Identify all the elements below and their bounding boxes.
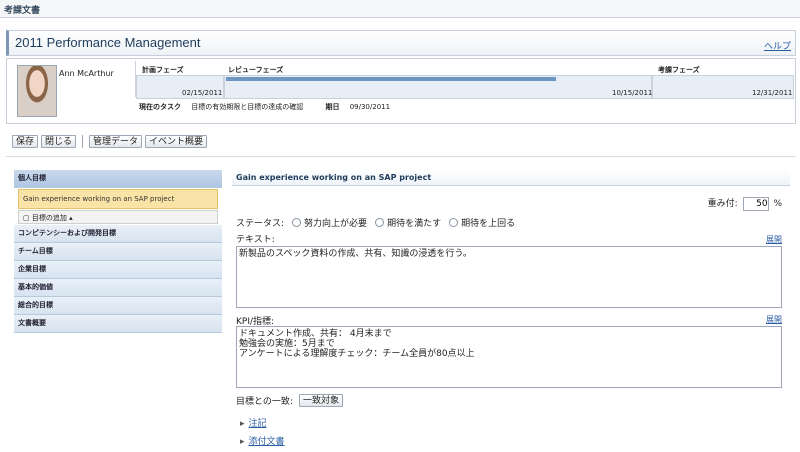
sidebar-goal-selected[interactable]: Gain experience working on an SAP projec… [18,189,218,209]
add-goal-icon: ▢ [23,214,32,222]
alignment-row: 目標との一致: 一致対象 [236,394,343,407]
due-date-value: 09/30/2011 [349,103,391,111]
expand-triangle-icon: ▸ [240,437,245,447]
phase-review-label: レビューフェーズ [228,66,284,74]
phase-appraisal-label: 考課フェーズ [658,66,700,74]
notes-link[interactable]: ▸ 注記 [240,416,267,429]
status-option-label: 期待を上回る [461,219,516,229]
sidebar-item-document-summary[interactable]: 文書概要 [14,315,222,333]
kpi-expand-link[interactable]: 展開 [766,314,782,325]
weight-field: 重み付: % [708,196,782,211]
attachments-link[interactable]: ▸ 添付文書 [240,434,285,447]
weight-input[interactable] [742,197,769,211]
phase-timeline: 計画フェーズ レビューフェーズ 考課フェーズ 02/15/2011 10/15/… [135,61,795,99]
page-header: 2011 Performance Management ヘルプ [6,30,796,56]
text-textarea[interactable]: 新製品のスペック資料の作成、共有、知識の浸透を行う。 [236,246,782,308]
employee-name: Ann McArthur [59,69,114,78]
toolbar-separator [82,134,84,148]
weight-unit: % [773,199,782,209]
alignment-button[interactable]: 一致対象 [298,394,343,407]
sidebar-item-corporate-goals[interactable]: 企業目標 [14,261,222,279]
page-title: 2011 Performance Management [15,35,201,50]
sidebar-item-team-goals[interactable]: チーム目標 [14,243,222,261]
phase-plan-label: 計画フェーズ [142,66,184,74]
sidebar-item-core-values[interactable]: 基本的価値 [14,279,222,297]
add-goal-label: 目標の追加 [31,214,67,222]
goal-heading: Gain experience working on an SAP projec… [232,170,790,186]
current-task-label: 現在のタスク [139,103,181,111]
help-link[interactable]: ヘルプ [764,39,791,52]
text-expand-link[interactable]: 展開 [766,234,782,245]
avatar [17,65,57,117]
sidebar: 個人目標 Gain experience working on an SAP p… [14,170,222,452]
phase-review-date: 10/15/2011 [612,89,653,97]
divider [6,156,796,157]
status-row: ステータス: 努力向上が必要 期待を満たす 期待を上回る [236,216,515,229]
event-summary-button[interactable]: イベント概要 [145,134,208,148]
current-task-value: 目標の有効期限と目標の達成の確認 [191,103,304,111]
window-title: 考課文書 [4,6,41,16]
phase-progress-fill [226,77,556,81]
add-goal-button[interactable]: ▢ 目標の追加 ▴ [18,210,218,224]
phase-appraisal-date: 12/31/2011 [752,89,793,97]
dropdown-arrow-icon: ▴ [69,214,73,222]
status-option-label: 努力向上が必要 [304,219,368,229]
save-button[interactable]: 保存 [12,134,39,148]
status-label: ステータス: [236,219,285,229]
kpi-textarea[interactable]: ドキュメント作成、共有： 4月末まで 勉強会の実施：5月まで アンケートによる理… [236,326,782,388]
sidebar-item-personal-goals[interactable]: 個人目標 [14,170,222,188]
status-option-label: 期待を満たす [387,219,442,229]
alignment-label: 目標との一致: [236,397,293,407]
toolbar: 保存 閉じる 管理データ イベント概要 [12,134,208,148]
admin-data-button[interactable]: 管理データ [89,134,143,148]
top-bar: 考課文書 [0,0,800,18]
status-radio-meets[interactable] [375,218,385,227]
weight-label: 重み付: [707,199,738,209]
close-button[interactable]: 閉じる [41,134,77,148]
sidebar-item-overall-goals[interactable]: 総合的目標 [14,297,222,315]
current-task: 現在のタスク 目標の有効期限と目標の達成の確認 期日 09/30/2011 [139,102,390,112]
employee-info-panel: Ann McArthur 計画フェーズ レビューフェーズ 考課フェーズ 02/1… [6,58,796,124]
goal-detail-panel: Gain experience working on an SAP projec… [232,170,790,452]
text-label: テキスト: [236,235,275,245]
status-radio-needs-improvement[interactable] [292,218,302,227]
sidebar-item-competency[interactable]: コンピテンシーおよび開発目標 [14,225,222,243]
expand-triangle-icon: ▸ [240,419,245,429]
status-radio-exceeds[interactable] [449,218,459,227]
phase-plan-date: 02/15/2011 [182,89,223,97]
due-date-label: 期日 [325,103,340,111]
